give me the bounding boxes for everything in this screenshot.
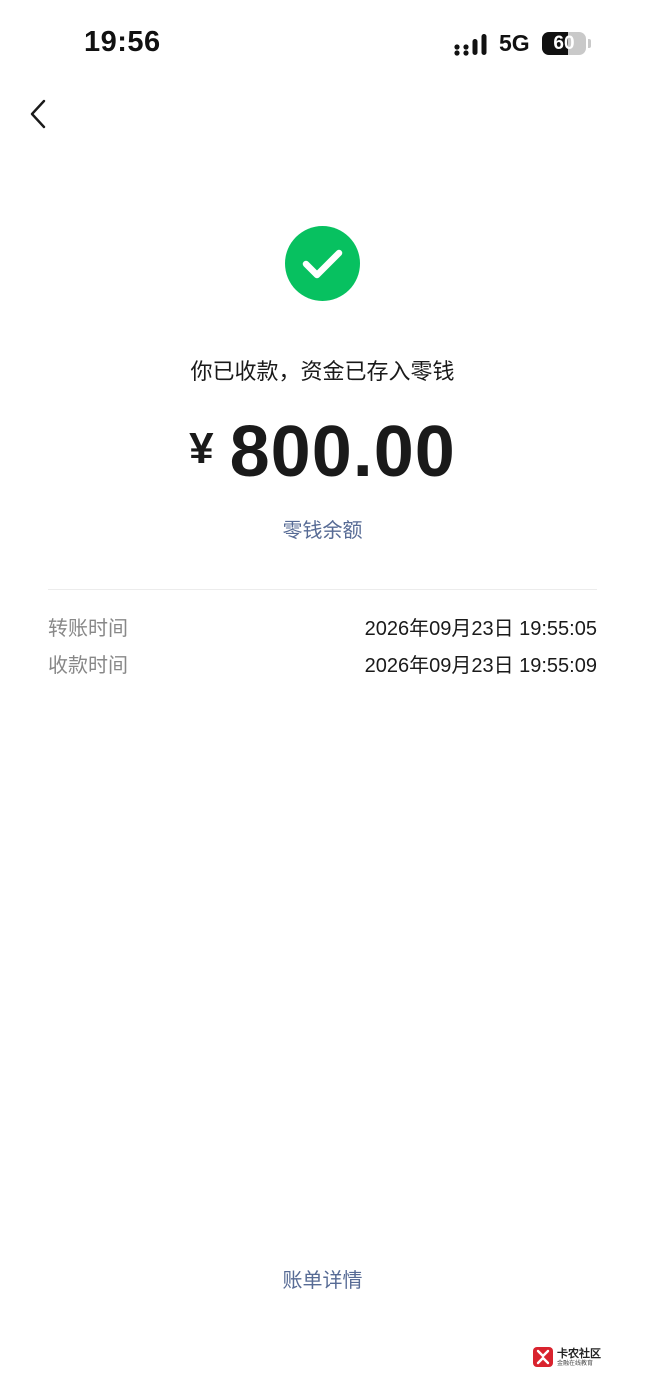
detail-row-receive-time: 收款时间 2026年09月23日 19:55:09 (48, 648, 597, 678)
currency-symbol: ¥ (189, 424, 214, 473)
check-circle-icon (285, 226, 360, 301)
receipt-page: 19:56 5G 60 你已收款，资金已存入零钱 ¥ 800.00 零钱余额 转… (0, 0, 645, 1398)
amount-row: ¥ 800.00 (0, 412, 645, 492)
detail-value: 2026年09月23日 19:55:09 (364, 654, 597, 677)
network-type-label: 5G (499, 30, 530, 56)
back-button[interactable] (18, 94, 58, 134)
balance-link[interactable]: 零钱余额 (0, 514, 645, 543)
battery-cap (588, 39, 591, 48)
detail-row-transfer-time: 转账时间 2026年09月23日 19:55:05 (48, 611, 597, 641)
chevron-left-icon (30, 99, 46, 129)
watermark: 卡农社区 金融在线教育 (532, 1344, 612, 1370)
detail-value: 2026年09月23日 19:55:05 (364, 617, 597, 640)
amount-value: 800.00 (229, 412, 456, 492)
detail-label: 转账时间 (48, 615, 128, 640)
detail-label: 收款时间 (48, 652, 128, 677)
receipt-headline: 你已收款，资金已存入零钱 (190, 360, 455, 385)
divider (48, 589, 597, 590)
signal-icon (454, 34, 487, 56)
battery-indicator: 60 (542, 32, 586, 55)
watermark-title: 卡农社区 (557, 1346, 601, 1360)
watermark-subtitle: 金融在线教育 (557, 1359, 594, 1367)
watermark-logo-icon (533, 1347, 553, 1367)
status-bar: 19:56 5G 60 (0, 0, 645, 88)
bill-details-link[interactable]: 账单详情 (0, 1264, 645, 1293)
status-time: 19:56 (84, 26, 161, 58)
battery-level-text: 60 (553, 32, 575, 54)
